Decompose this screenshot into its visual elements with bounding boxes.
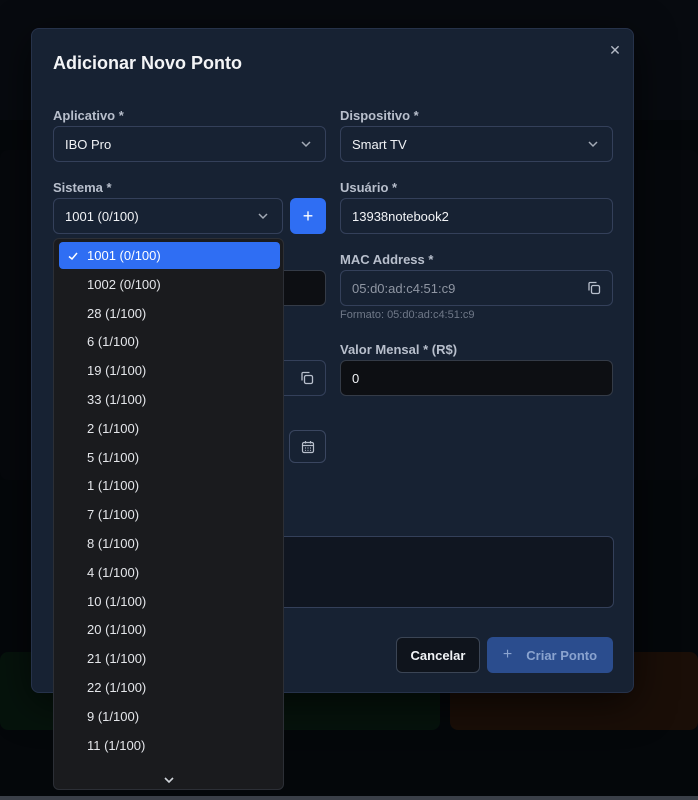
valor-input[interactable]: 0: [340, 360, 613, 396]
chevron-down-icon: [588, 141, 598, 148]
chevron-down-icon: [258, 213, 268, 220]
dropdown-option[interactable]: 22 (1/100): [59, 674, 280, 701]
dropdown-option-label: 7 (1/100): [87, 507, 140, 523]
usuario-input[interactable]: 13938notebook2: [340, 198, 613, 234]
dropdown-option-label: 1002 (0/100): [87, 276, 161, 292]
dropdown-option[interactable]: 21 (1/100): [59, 645, 280, 672]
dropdown-option[interactable]: 1 (1/100): [59, 472, 280, 499]
close-icon[interactable]: ✕: [607, 42, 623, 58]
dropdown-option-label: 2 (1/100): [87, 420, 140, 436]
mac-value: 05:d0:ad:c4:51:c9: [352, 280, 456, 296]
date-picker-button[interactable]: [289, 430, 326, 463]
dropdown-option-label: 10 (1/100): [87, 593, 147, 609]
aplicativo-label: Aplicativo *: [53, 108, 124, 123]
usuario-label: Usuário *: [340, 180, 398, 195]
copy-icon[interactable]: [587, 281, 601, 295]
dropdown-option[interactable]: 7 (1/100): [59, 501, 280, 528]
dropdown-option[interactable]: 4 (1/100): [59, 559, 280, 586]
chevron-down-icon[interactable]: [162, 773, 176, 787]
create-point-label: Criar Ponto: [526, 647, 598, 663]
dispositivo-select[interactable]: Smart TV: [340, 126, 613, 162]
dropdown-option-label: 21 (1/100): [87, 651, 147, 667]
dispositivo-label: Dispositivo *: [340, 108, 419, 123]
dropdown-option[interactable]: 1002 (0/100): [59, 271, 280, 298]
aplicativo-select[interactable]: IBO Pro: [53, 126, 326, 162]
mac-label: MAC Address *: [340, 252, 434, 267]
dropdown-option-label: 4 (1/100): [87, 564, 140, 580]
dropdown-option[interactable]: 6 (1/100): [59, 328, 280, 355]
sistema-select[interactable]: 1001 (0/100): [53, 198, 283, 234]
dropdown-option[interactable]: 33 (1/100): [59, 386, 280, 413]
dropdown-option-label: 11 (1/100): [87, 737, 146, 753]
dropdown-option[interactable]: 8 (1/100): [59, 530, 280, 557]
dropdown-option[interactable]: 11 (1/100): [59, 732, 280, 759]
plus-icon: +: [502, 646, 513, 663]
dropdown-option-label: 28 (1/100): [87, 305, 147, 321]
dropdown-option-label: 1 (1/100): [87, 478, 140, 494]
modal-title: Adicionar Novo Ponto: [53, 53, 242, 73]
dropdown-option-label: 1001 (0/100): [87, 248, 161, 263]
sistema-label: Sistema *: [53, 180, 112, 195]
valor-value: 0: [352, 370, 360, 386]
mac-input[interactable]: 05:d0:ad:c4:51:c9: [340, 270, 613, 306]
calendar-icon: [301, 440, 314, 453]
dropdown-option[interactable]: 1001 (0/100): [59, 242, 280, 269]
dropdown-option[interactable]: 9 (1/100): [59, 703, 280, 730]
dropdown-option-label: 6 (1/100): [87, 334, 140, 350]
dropdown-option[interactable]: 19 (1/100): [59, 357, 280, 384]
bottom-divider: [0, 796, 698, 800]
aplicativo-value: IBO Pro: [65, 136, 112, 152]
valor-label: Valor Mensal * (R$): [340, 342, 458, 357]
copy-icon[interactable]: [300, 371, 314, 385]
chevron-down-icon: [301, 141, 311, 148]
dropdown-option-label: 22 (1/100): [87, 680, 147, 695]
dropdown-option-label: 19 (1/100): [87, 363, 147, 379]
usuario-value: 13938notebook2: [352, 208, 449, 224]
check-icon: [68, 252, 78, 261]
dropdown-option-label: 5 (1/100): [87, 449, 140, 465]
dropdown-option[interactable]: 10 (1/100): [59, 588, 280, 615]
dropdown-option[interactable]: 5 (1/100): [59, 444, 280, 471]
dropdown-option[interactable]: 28 (1/100): [59, 300, 280, 327]
plus-icon: +: [302, 205, 314, 226]
dropdown-option-label: 33 (1/100): [87, 392, 147, 407]
dropdown-option[interactable]: 2 (1/100): [59, 415, 280, 442]
create-point-button[interactable]: + Criar Ponto: [487, 637, 613, 673]
dropdown-option[interactable]: 20 (1/100): [59, 616, 280, 643]
cancel-button[interactable]: Cancelar: [396, 637, 480, 673]
sistema-value: 1001 (0/100): [65, 208, 139, 224]
sistema-dropdown[interactable]: 1001 (0/100) 1002 (0/100) 28 (1/100) 6 (1/1…: [53, 238, 284, 790]
dispositivo-value: Smart TV: [352, 136, 407, 152]
dropdown-option-label: 20 (1/100): [87, 622, 147, 638]
mac-format-hint: Formato: 05:d0:ad:c4:51:c9: [340, 309, 475, 321]
dropdown-option-label: 9 (1/100): [87, 708, 140, 724]
dropdown-option-label: 8 (1/100): [87, 536, 140, 551]
add-system-button[interactable]: +: [290, 198, 326, 234]
